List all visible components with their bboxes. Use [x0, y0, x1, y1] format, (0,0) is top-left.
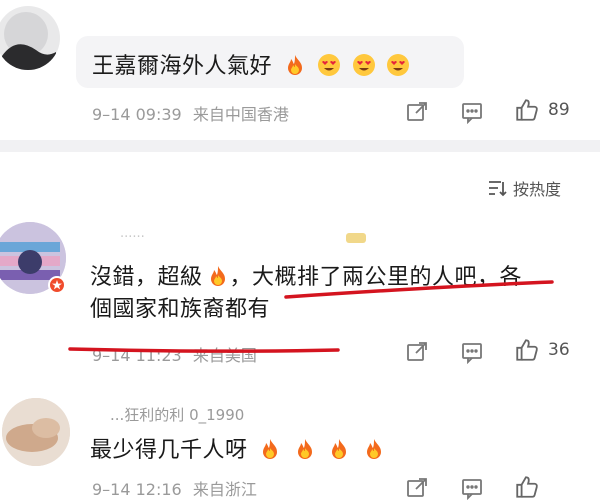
comment-meta: 9–14 12:16 来自浙江 [92, 476, 257, 500]
fire-emoji-icon [362, 437, 386, 461]
comment-body: 最少得几千人呀 [90, 438, 248, 463]
avatar[interactable] [2, 398, 70, 466]
share-icon[interactable] [405, 476, 429, 500]
comment-text: 最少得几千人呀 [90, 432, 386, 464]
comment-icon[interactable] [460, 476, 484, 500]
comment-time: 9–14 12:16 [92, 480, 182, 499]
like-button[interactable] [514, 474, 540, 500]
username[interactable]: ...狂利的利 0_1990 [110, 404, 244, 425]
annotation-underline [68, 280, 554, 353]
fire-emoji-icon [327, 437, 351, 461]
fire-emoji-icon [293, 437, 317, 461]
comment-location: 来自浙江 [192, 480, 257, 499]
fire-emoji-icon [258, 437, 282, 461]
thumbs-up-icon [514, 474, 540, 500]
